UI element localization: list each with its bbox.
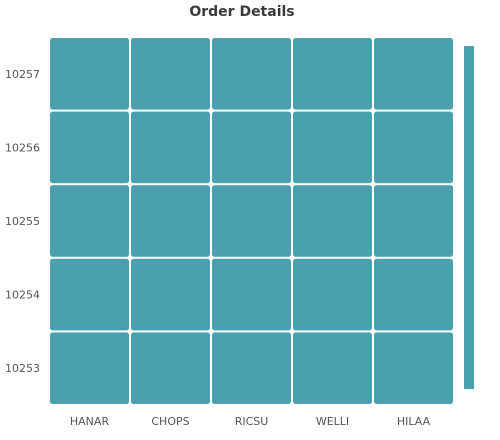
y-tick-label: 10254 [5, 289, 40, 302]
heatmap-cell-10253-CHOPS[interactable] [130, 331, 211, 405]
heatmap-cell-10257-CHOPS[interactable] [130, 37, 211, 111]
chart-title: Order Details [189, 4, 294, 20]
heatmap-cell-10257-RICSU[interactable] [211, 37, 292, 111]
heatmap-cell-10253-HILAA[interactable] [373, 331, 454, 405]
x-tick-label: HILAA [397, 415, 431, 428]
heatmap-cell-10256-WELLI[interactable] [292, 111, 373, 184]
cells-layer [49, 37, 454, 405]
heatmap-cell-10256-HANAR[interactable] [49, 111, 130, 184]
heatmap-cell-10255-CHOPS[interactable] [130, 184, 211, 258]
heatmap-cell-10253-HANAR[interactable] [49, 331, 130, 405]
heatmap-cell-10254-RICSU[interactable] [211, 258, 292, 331]
y-tick-label: 10255 [5, 215, 40, 228]
heatmap-cell-10257-WELLI[interactable] [292, 37, 373, 111]
heatmap-cell-10255-HANAR[interactable] [49, 184, 130, 258]
y-tick-labels: 10257 10256 10255 10254 10253 [5, 68, 40, 375]
heatmap-cell-10257-HILAA[interactable] [373, 37, 454, 111]
heatmap-cell-10255-RICSU[interactable] [211, 184, 292, 258]
x-tick-label: WELLI [316, 415, 349, 428]
heatmap-cell-10256-CHOPS[interactable] [130, 111, 211, 184]
heatmap-cell-10255-WELLI[interactable] [292, 184, 373, 258]
legend-color-bar [464, 46, 474, 389]
heatmap-cell-10254-HANAR[interactable] [49, 258, 130, 331]
heatmap-chart: Order Details 10257 10256 10255 10254 10253 … [0, 0, 500, 436]
heatmap-cell-10254-CHOPS[interactable] [130, 258, 211, 331]
heatmap-cell-10253-WELLI[interactable] [292, 331, 373, 405]
y-tick-label: 10256 [5, 141, 40, 154]
heatmap-cell-10254-WELLI[interactable] [292, 258, 373, 331]
heatmap-cell-10257-HANAR[interactable] [49, 37, 130, 111]
y-tick-label: 10257 [5, 68, 40, 81]
heatmap-cell-10253-RICSU[interactable] [211, 331, 292, 405]
y-tick-label: 10253 [5, 362, 40, 375]
x-tick-label: CHOPS [151, 415, 189, 428]
heatmap-cell-10255-HILAA[interactable] [373, 184, 454, 258]
heatmap-svg: Order Details 1025710256102551025410253 … [5, 4, 474, 428]
heatmap-cell-10256-RICSU[interactable] [211, 111, 292, 184]
heatmap-cell-10254-HILAA[interactable] [373, 258, 454, 331]
heatmap-cell-10256-HILAA[interactable] [373, 111, 454, 184]
x-tick-labels: HANAR CHOPS RICSU WELLI HILAA [70, 415, 431, 428]
x-tick-label: RICSU [235, 415, 269, 428]
x-tick-label: HANAR [70, 415, 110, 428]
